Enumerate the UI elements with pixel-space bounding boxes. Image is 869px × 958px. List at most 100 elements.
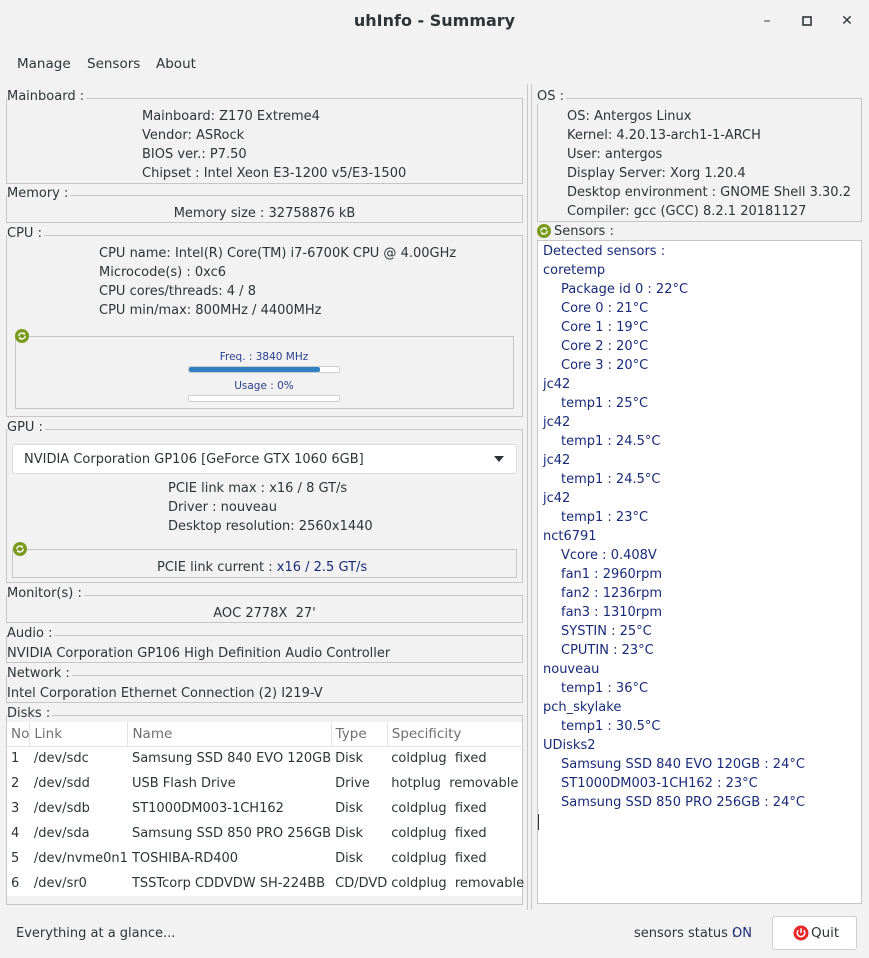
gpu-resolution: Desktop resolution: 2560x1440 bbox=[168, 519, 373, 534]
panel-splitter[interactable] bbox=[527, 84, 532, 910]
sensor-reading: temp1 : 30.5°C bbox=[561, 719, 661, 734]
cell-name: Samsung SSD 850 PRO 256GB bbox=[131, 826, 332, 841]
os-user: User: antergos bbox=[567, 147, 663, 162]
title-bar[interactable]: uhInfo - Summary – ✕ bbox=[0, 0, 869, 42]
cpu-microcode: Microcode(s) : 0xc6 bbox=[99, 265, 227, 280]
col-name[interactable]: Name bbox=[127, 722, 332, 747]
cell-no: 3 bbox=[11, 801, 20, 816]
gpu-label: GPU : bbox=[7, 420, 45, 435]
menu-sensors[interactable]: Sensors bbox=[87, 56, 140, 72]
col-link[interactable]: Link bbox=[29, 722, 129, 747]
sensor-reading: temp1 : 24.5°C bbox=[561, 434, 661, 449]
sensors-label: Sensors : bbox=[554, 224, 616, 239]
sensors-status-value: ON bbox=[732, 926, 752, 941]
cell-link: /dev/sdb bbox=[33, 801, 90, 816]
col-specificity[interactable]: Specificity bbox=[387, 722, 525, 747]
cpu-cores: CPU cores/threads: 4 / 8 bbox=[99, 284, 256, 299]
minimize-button[interactable]: – bbox=[756, 10, 778, 32]
table-row[interactable]: 2 /dev/sdd USB Flash Drive Drive hotplug… bbox=[7, 771, 524, 796]
gpu-select-value: NVIDIA Corporation GP106 [GeForce GTX 10… bbox=[24, 452, 364, 467]
cell-link: /dev/nvme0n1 bbox=[33, 851, 128, 866]
sensor-reading: temp1 : 36°C bbox=[561, 681, 649, 696]
cpu-minmax: CPU min/max: 800MHz / 4400MHz bbox=[99, 303, 322, 318]
mainboard-model: Mainboard: Z170 Extreme4 bbox=[142, 109, 320, 124]
status-message: Everything at a glance... bbox=[16, 926, 176, 941]
sensor-reading: Core 1 : 19°C bbox=[561, 320, 649, 335]
table-row[interactable]: 4 /dev/sda Samsung SSD 850 PRO 256GB Dis… bbox=[7, 821, 524, 846]
quit-button[interactable]: Quit bbox=[772, 916, 857, 950]
sensor-reading: Core 2 : 20°C bbox=[561, 339, 649, 354]
sensors-status-label: sensors status : bbox=[634, 926, 737, 941]
sensor-reading: fan2 : 1236rpm bbox=[561, 586, 663, 601]
os-name: OS: Antergos Linux bbox=[567, 109, 692, 124]
quit-label: Quit bbox=[811, 925, 840, 941]
cell-name: Samsung SSD 840 EVO 120GB bbox=[131, 751, 332, 767]
col-type[interactable]: Type bbox=[331, 722, 388, 747]
network-label: Network : bbox=[7, 666, 72, 681]
sensor-chip: coretemp bbox=[543, 263, 606, 278]
sensor-reading: fan1 : 2960rpm bbox=[561, 567, 663, 582]
cell-type: Disk bbox=[335, 801, 364, 816]
gpu-select[interactable]: NVIDIA Corporation GP106 [GeForce GTX 10… bbox=[12, 444, 517, 474]
menu-about[interactable]: About bbox=[156, 56, 196, 72]
cell-specificity: coldplug fixed bbox=[391, 801, 487, 816]
cpu-refresh-button[interactable] bbox=[15, 329, 29, 343]
table-row[interactable]: 5 /dev/nvme0n1 TOSHIBA-RD400 Disk coldpl… bbox=[7, 846, 524, 871]
refresh-icon bbox=[13, 542, 27, 556]
memory-size: Memory size : 32758876 kB bbox=[173, 206, 356, 221]
cell-specificity: coldplug removable bbox=[391, 876, 525, 891]
audio-label: Audio : bbox=[7, 626, 55, 641]
os-display-server: Display Server: Xorg 1.20.4 bbox=[567, 166, 746, 181]
mainboard-label: Mainboard : bbox=[7, 89, 87, 104]
window-title: uhInfo - Summary bbox=[353, 11, 516, 30]
gpu-link-current: PCIE link current : x16 / 2.5 GT/s bbox=[157, 560, 367, 575]
cell-link: /dev/sr0 bbox=[33, 876, 87, 891]
cell-specificity: hotplug removable bbox=[391, 776, 519, 791]
cpu-usage-bar bbox=[188, 395, 340, 402]
cpu-freq-label: Freq. : 3840 MHz bbox=[219, 351, 309, 363]
table-row[interactable]: 1 /dev/sdc Samsung SSD 840 EVO 120GB Dis… bbox=[7, 746, 524, 771]
gpu-refresh-button[interactable] bbox=[13, 542, 27, 556]
close-button[interactable]: ✕ bbox=[836, 10, 858, 32]
cell-no: 4 bbox=[11, 826, 20, 841]
cell-no: 2 bbox=[11, 776, 20, 791]
cell-no: 5 bbox=[11, 851, 20, 866]
maximize-button[interactable] bbox=[796, 10, 818, 32]
cpu-label: CPU : bbox=[7, 226, 44, 241]
sensors-refresh-button[interactable] bbox=[537, 224, 551, 238]
cell-no: 1 bbox=[11, 751, 20, 767]
table-row[interactable]: 3 /dev/sdb ST1000DM003-1CH162 Disk coldp… bbox=[7, 796, 524, 821]
sensor-chip: jc42 bbox=[543, 415, 571, 430]
menu-manage[interactable]: Manage bbox=[17, 56, 71, 72]
sensor-reading: ST1000DM003-1CH162 : 23°C bbox=[561, 776, 758, 791]
sensor-chip: Detected sensors : bbox=[543, 244, 666, 259]
refresh-icon bbox=[15, 329, 29, 343]
monitor-name: AOC 2778X 27' bbox=[213, 606, 316, 621]
sensor-reading: temp1 : 25°C bbox=[561, 396, 649, 411]
cell-specificity: coldplug fixed bbox=[391, 751, 487, 767]
cell-type: Disk bbox=[335, 751, 364, 767]
disks-label: Disks : bbox=[7, 706, 53, 721]
cell-type: Drive bbox=[335, 776, 370, 791]
cpu-usage-label: Usage : 0% bbox=[234, 380, 294, 392]
cell-link: /dev/sdd bbox=[33, 776, 90, 791]
cell-type: CD/DVD bbox=[335, 876, 388, 891]
mainboard-bios: BIOS ver.: P7.50 bbox=[142, 147, 247, 162]
cpu-name: CPU name: Intel(R) Core(TM) i7-6700K CPU… bbox=[99, 246, 457, 261]
disks-table[interactable]: No Link Name Type Specificity 1 /dev/sdc… bbox=[7, 722, 525, 896]
col-no[interactable]: No bbox=[7, 722, 31, 747]
chevron-down-icon bbox=[494, 456, 504, 462]
cpu-freq-bar bbox=[188, 366, 340, 373]
sensors-text-area[interactable]: Detected sensors : coretemp Package id 0 :… bbox=[537, 240, 862, 904]
cell-name: ST1000DM003-1CH162 bbox=[131, 801, 284, 816]
power-icon bbox=[793, 925, 809, 945]
cell-name: TSSTcorp CDDVDW SH-224BB bbox=[131, 876, 326, 891]
gpu-link-current-value: x16 / 2.5 GT/s bbox=[276, 560, 368, 575]
sensor-chip: UDisks2 bbox=[543, 738, 596, 753]
cell-type: Disk bbox=[335, 826, 364, 841]
text-cursor bbox=[538, 814, 539, 830]
table-row[interactable]: 6 /dev/sr0 TSSTcorp CDDVDW SH-224BB CD/D… bbox=[7, 871, 524, 896]
os-compiler: Compiler: gcc (GCC) 8.2.1 20181127 bbox=[567, 204, 807, 219]
gpu-driver: Driver : nouveau bbox=[168, 500, 277, 515]
os-kernel: Kernel: 4.20.13-arch1-1-ARCH bbox=[567, 128, 761, 143]
